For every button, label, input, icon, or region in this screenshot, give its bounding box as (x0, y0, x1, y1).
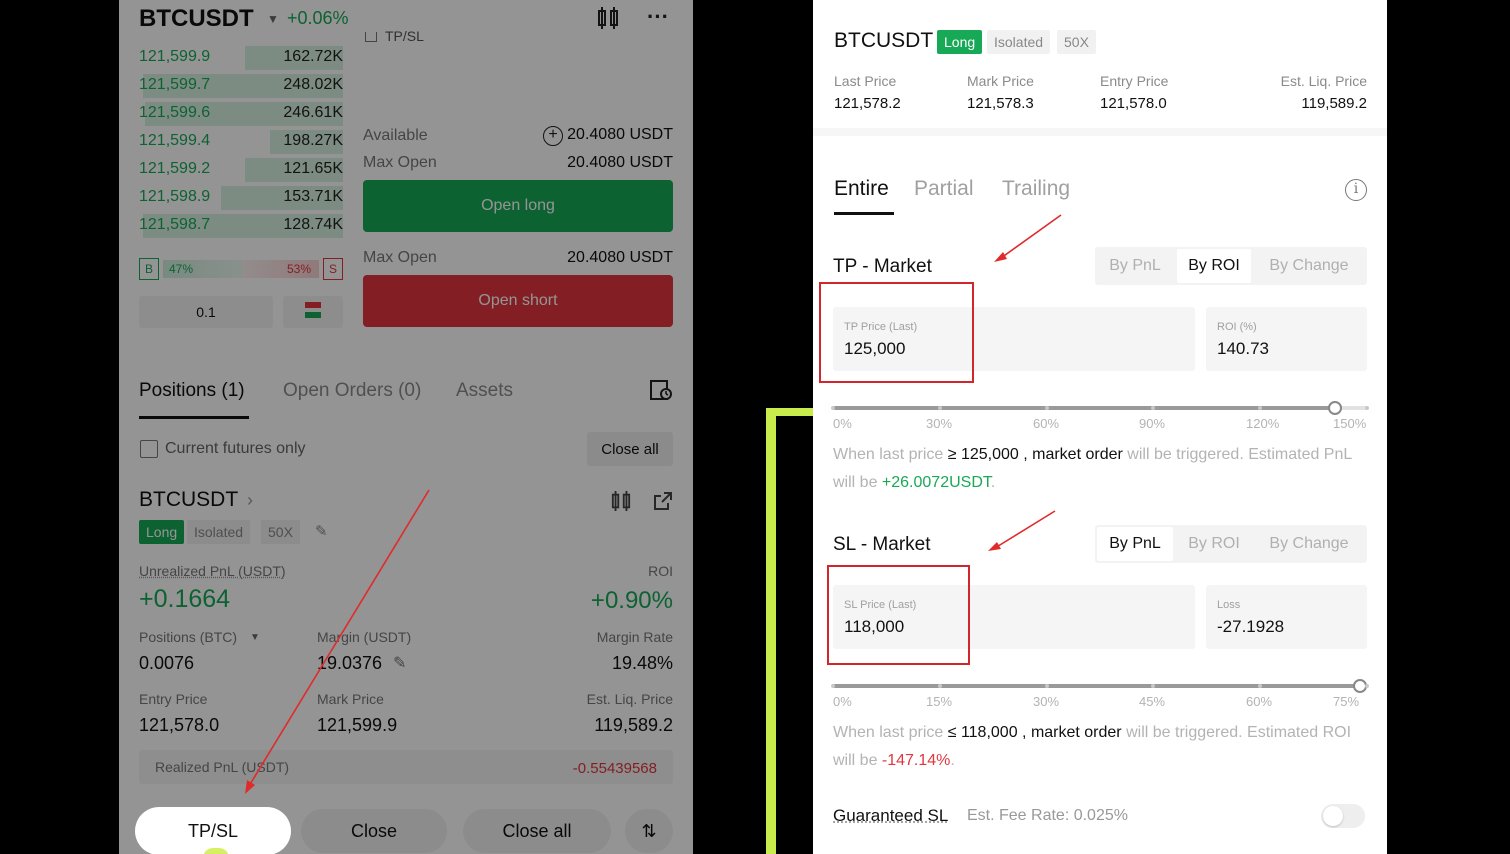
annotation-arrows (988, 214, 1062, 551)
trading-panel: BTCUSDT ▼ +0.06% ··· TP/SL 121,599.9 162.… (119, 0, 693, 854)
frame-border-top (766, 408, 814, 416)
annotation-arrow (245, 489, 430, 794)
frame-border (766, 408, 776, 854)
tpsl-dialog: BTCUSDT Long Isolated 50X Last Price 121… (813, 0, 1387, 854)
